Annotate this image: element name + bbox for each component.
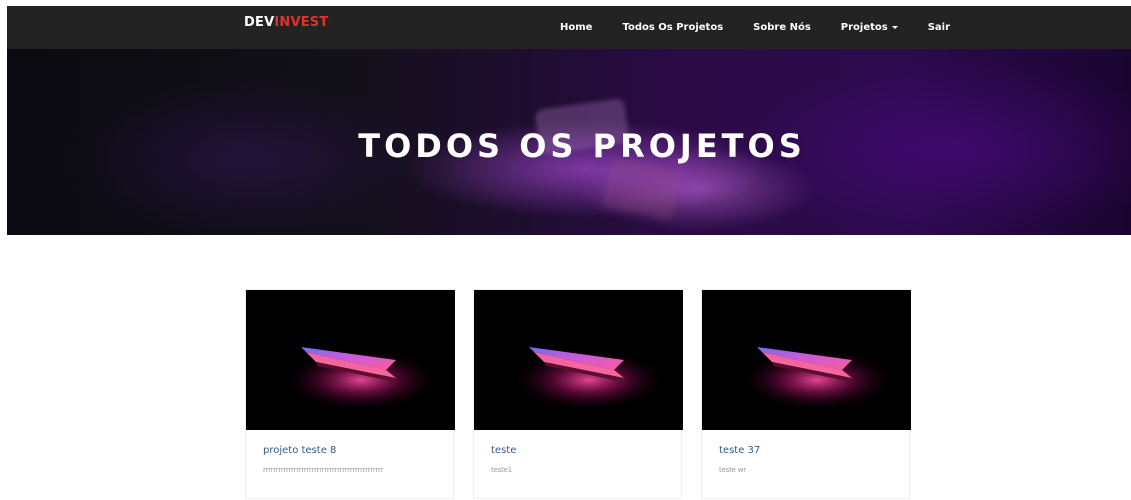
project-card[interactable]: teste 37 teste wr [701, 289, 911, 500]
caret-down-icon [891, 25, 898, 29]
nav-todos-os-projetos[interactable]: Todos Os Projetos [622, 22, 723, 33]
project-card[interactable]: projeto teste 8 rrrrrrrrrrrrrrrrrrrrrrrr… [245, 289, 455, 500]
card-title[interactable]: teste 37 [719, 445, 760, 456]
card-body: projeto teste 8 rrrrrrrrrrrrrrrrrrrrrrrr… [246, 430, 455, 500]
card-title[interactable]: projeto teste 8 [263, 445, 336, 456]
brand-logo[interactable]: DEVINVEST [244, 15, 328, 30]
laptop-image[interactable] [474, 290, 683, 430]
card-description: teste wr [719, 466, 746, 474]
hero-banner: TODOS OS PROJETOS [7, 49, 1131, 235]
brand-part-invest: INVEST [274, 15, 329, 30]
card-description: rrrrrrrrrrrrrrrrrrrrrrrrrrrrrrrrrrrrrrrr… [263, 466, 384, 474]
card-description: teste1 [491, 466, 513, 474]
project-card[interactable]: teste teste1 [473, 289, 683, 500]
nav-projetos-dropdown[interactable]: Projetos [841, 22, 898, 33]
laptop-image[interactable] [702, 290, 911, 430]
card-title[interactable]: teste [491, 445, 516, 456]
nav-sobre-nos[interactable]: Sobre Nós [753, 22, 811, 33]
laptop-image[interactable] [246, 290, 455, 430]
project-cards: projeto teste 8 rrrrrrrrrrrrrrrrrrrrrrrr… [245, 289, 911, 500]
hero-background-shape [602, 157, 682, 221]
nav-sair[interactable]: Sair [928, 22, 950, 33]
card-body: teste 37 teste wr [702, 430, 911, 500]
page-title: TODOS OS PROJETOS [358, 127, 806, 165]
brand-part-dev: DEV [244, 15, 275, 30]
nav-projetos-label: Projetos [840, 22, 888, 33]
nav-home[interactable]: Home [560, 22, 592, 33]
navbar: DEVINVEST Home Todos Os Projetos Sobre N… [7, 6, 1131, 49]
card-body: teste teste1 [474, 430, 683, 500]
nav-links: Home Todos Os Projetos Sobre Nós Projeto… [560, 22, 950, 33]
